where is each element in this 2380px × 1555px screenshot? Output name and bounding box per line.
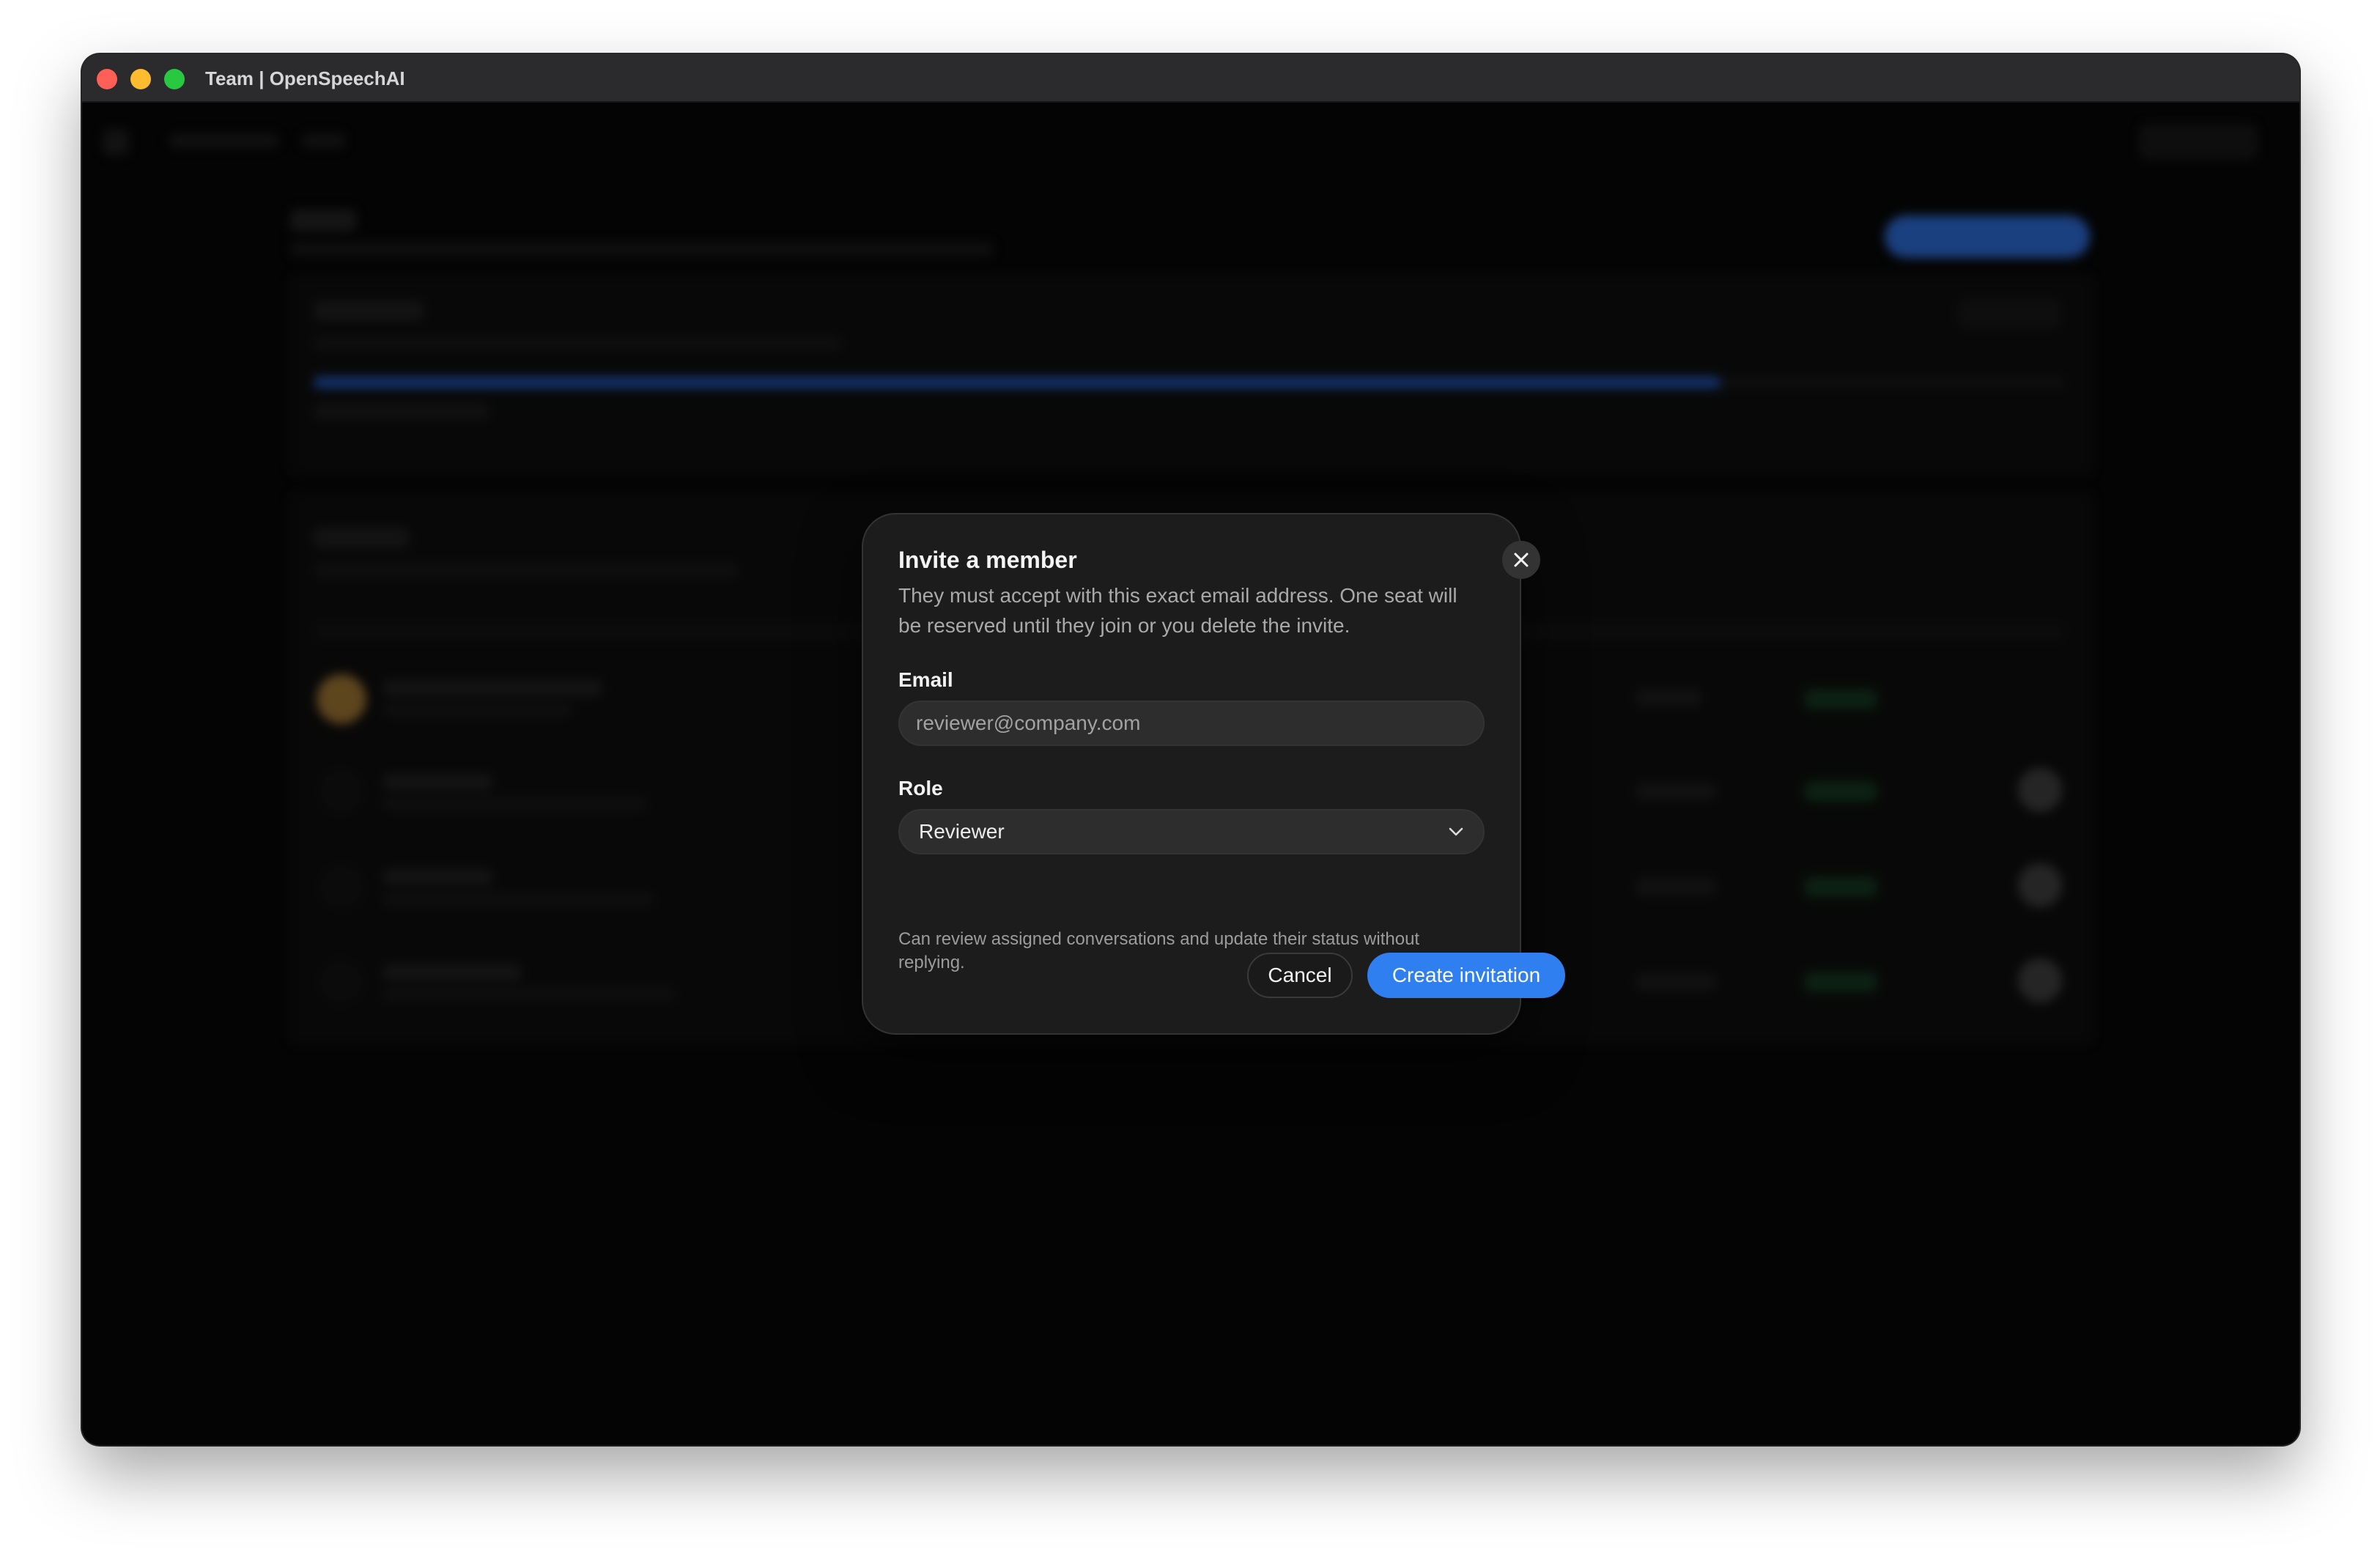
minimize-window-button[interactable] bbox=[130, 69, 151, 89]
role-selected-value: Reviewer bbox=[919, 820, 1005, 843]
email-placeholder: reviewer@company.com bbox=[916, 712, 1141, 734]
close-window-button[interactable] bbox=[97, 69, 117, 89]
window-title: Team | OpenSpeechAI bbox=[205, 67, 405, 89]
role-select[interactable]: Reviewer bbox=[898, 809, 1485, 854]
close-icon bbox=[1514, 553, 1529, 567]
app-window: Team | OpenSpeechAI Invite a member They… bbox=[82, 54, 2299, 1445]
maximize-window-button[interactable] bbox=[164, 69, 185, 89]
email-input[interactable]: reviewer@company.com bbox=[898, 701, 1485, 746]
create-invitation-button[interactable]: Create invitation bbox=[1367, 953, 1565, 998]
dialog-title: Invite a member bbox=[898, 547, 1077, 573]
cancel-button[interactable]: Cancel bbox=[1247, 953, 1353, 998]
invite-member-dialog: Invite a member They must accept with th… bbox=[862, 513, 1565, 1035]
chevron-down-icon bbox=[1449, 827, 1463, 836]
role-label: Role bbox=[898, 777, 943, 799]
dialog-description: They must accept with this exact email a… bbox=[898, 584, 1457, 637]
email-label: Email bbox=[898, 668, 953, 691]
title-bar: Team | OpenSpeechAI bbox=[82, 54, 2299, 103]
close-dialog-button[interactable] bbox=[1502, 541, 1540, 579]
